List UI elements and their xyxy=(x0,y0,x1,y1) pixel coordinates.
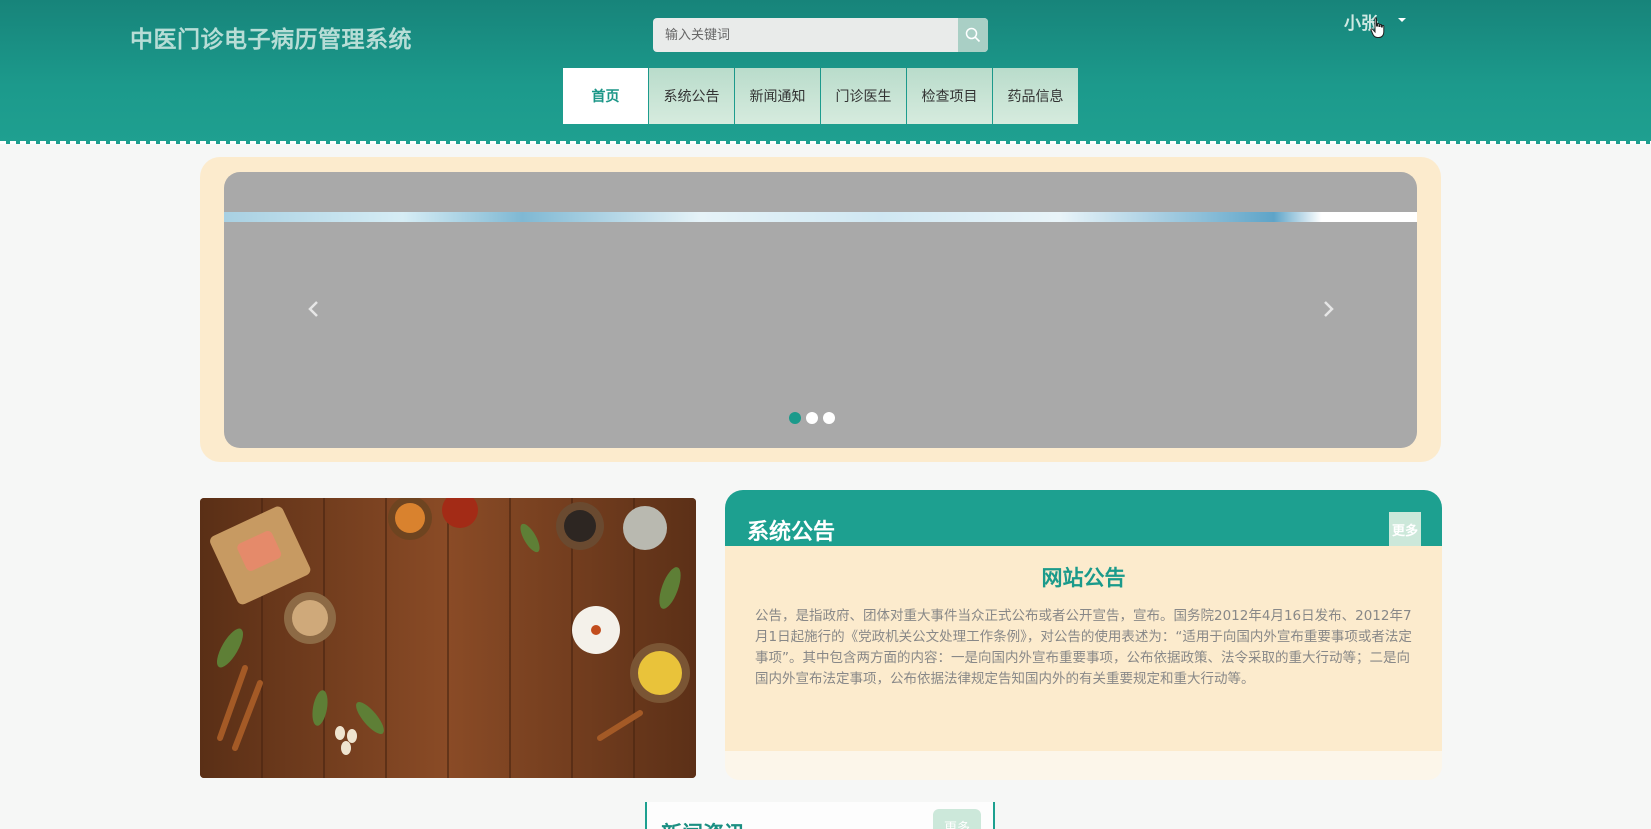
news-more-button[interactable]: 更多 xyxy=(933,809,981,829)
search-box xyxy=(653,18,988,52)
nav-item-exams[interactable]: 检查项目 xyxy=(907,68,992,124)
nav-item-announcements[interactable]: 系统公告 xyxy=(649,68,734,124)
banner-container xyxy=(200,157,1441,462)
search-icon xyxy=(965,27,981,43)
notice-header: 系统公告 更多 xyxy=(725,490,1442,550)
notice-title: 系统公告 xyxy=(747,520,836,545)
system-notice-panel: 系统公告 更多 网站公告 公告，是指政府、团体对重大事件当众正式公布或者公开宣告… xyxy=(725,490,1442,780)
search-button[interactable] xyxy=(958,18,988,52)
notice-footer xyxy=(725,751,1442,780)
carousel-prev-button[interactable] xyxy=(299,294,329,324)
news-title: 新闻资讯 xyxy=(661,818,745,829)
hand-cursor-icon xyxy=(1370,17,1385,38)
site-title[interactable]: 中医门诊电子病历管理系统 xyxy=(130,20,412,54)
chevron-left-icon xyxy=(308,301,318,317)
nav-item-news[interactable]: 新闻通知 xyxy=(735,68,820,124)
notice-more-button[interactable]: 更多 xyxy=(1389,512,1421,546)
nav-item-home[interactable]: 首页 xyxy=(563,68,648,124)
news-panel: 新闻资讯 更多 xyxy=(645,802,995,829)
banner-carousel[interactable] xyxy=(224,172,1417,448)
main-nav: 首页 系统公告 新闻通知 门诊医生 检查项目 药品信息 xyxy=(563,68,1078,124)
notice-body: 网站公告 公告，是指政府、团体对重大事件当众正式公布或者公开宣告，宣布。国务院2… xyxy=(725,546,1442,751)
carousel-dot[interactable] xyxy=(789,412,801,424)
carousel-indicators xyxy=(789,412,835,424)
caret-down-icon[interactable] xyxy=(1398,18,1406,22)
banner-image xyxy=(224,212,1417,222)
nav-item-doctors[interactable]: 门诊医生 xyxy=(821,68,906,124)
search-input[interactable] xyxy=(653,18,958,52)
notice-text: 公告，是指政府、团体对重大事件当众正式公布或者公开宣告，宣布。国务院2012年4… xyxy=(755,608,1412,687)
carousel-next-button[interactable] xyxy=(1313,294,1343,324)
nav-item-medicines[interactable]: 药品信息 xyxy=(993,68,1078,124)
food-spices-illustration xyxy=(200,498,696,778)
carousel-dot[interactable] xyxy=(806,412,818,424)
chevron-right-icon xyxy=(1324,301,1334,317)
header: 中医门诊电子病历管理系统 小张 首页 系统公告 新闻通知 门诊医生 检查项目 药… xyxy=(0,0,1651,144)
carousel-dot[interactable] xyxy=(823,412,835,424)
food-spices-image xyxy=(200,498,696,778)
notice-heading[interactable]: 网站公告 xyxy=(725,562,1442,592)
